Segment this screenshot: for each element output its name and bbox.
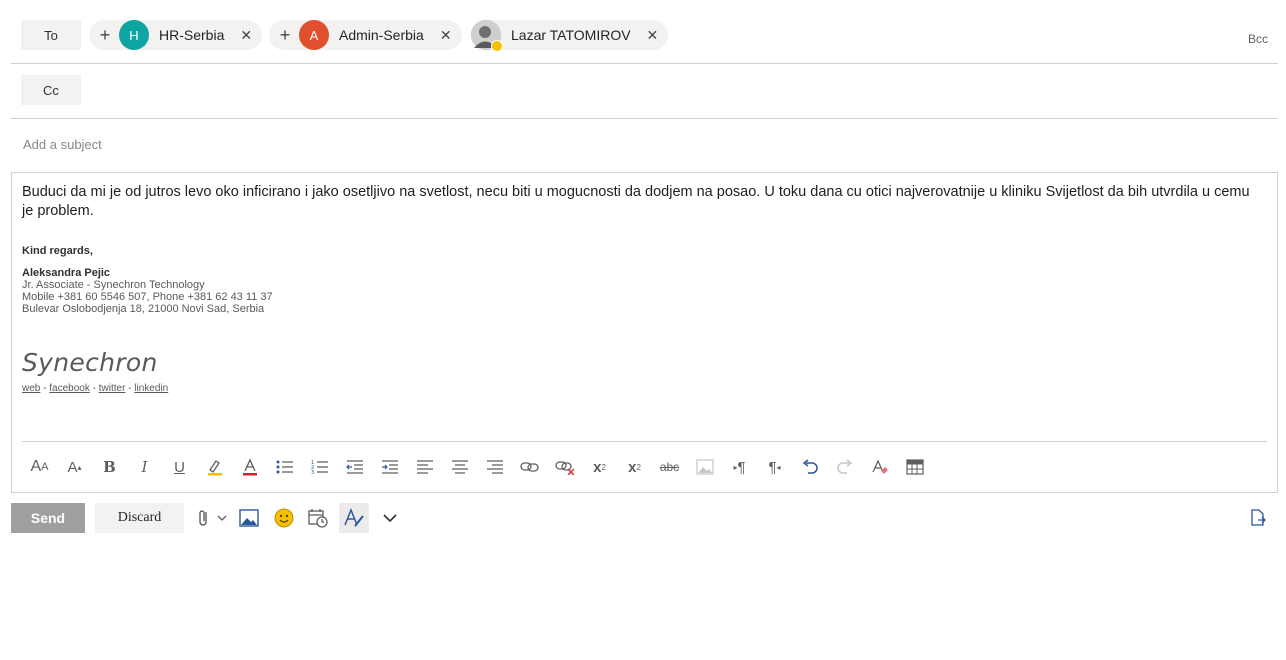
signature: Kind regards, Aleksandra Pejic Jr. Assoc… xyxy=(22,245,273,315)
link-twitter[interactable]: twitter xyxy=(99,383,126,394)
recipient-name: HR-Serbia xyxy=(159,27,225,43)
send-button[interactable]: Send xyxy=(11,503,85,533)
cc-button[interactable]: Cc xyxy=(21,75,81,105)
expand-group-icon[interactable]: + xyxy=(275,26,295,44)
discard-button[interactable]: Discard xyxy=(95,503,184,533)
attach-button[interactable] xyxy=(192,503,230,533)
bullets-icon[interactable] xyxy=(267,453,302,481)
remove-recipient-icon[interactable]: ✕ xyxy=(240,27,252,44)
insert-link-icon[interactable] xyxy=(512,453,547,481)
avatar: A xyxy=(299,20,329,50)
font-color-icon[interactable] xyxy=(232,453,267,481)
numbering-icon[interactable]: 123 xyxy=(302,453,337,481)
insert-image-icon[interactable] xyxy=(687,453,722,481)
recipient-name: Lazar TATOMIROV xyxy=(511,27,631,43)
bold-icon[interactable]: B xyxy=(92,453,127,481)
pop-out-icon xyxy=(1251,509,1266,526)
toolbar-divider xyxy=(22,441,1267,442)
schedule-button[interactable] xyxy=(303,503,333,533)
to-row: To + H HR-Serbia ✕ + A Admin-Serbia ✕ La… xyxy=(11,8,1278,64)
link-linkedin[interactable]: linkedin xyxy=(134,383,168,394)
decrease-indent-icon[interactable] xyxy=(337,453,372,481)
picture-icon xyxy=(239,509,259,527)
italic-icon[interactable]: I xyxy=(127,453,162,481)
signature-links: web - facebook - twitter - linkedin xyxy=(22,383,169,394)
message-body-text[interactable]: Buduci da mi je od jutros levo oko infic… xyxy=(22,183,1262,221)
pop-out-button[interactable] xyxy=(1243,503,1273,533)
grow-font-icon[interactable]: A ▴ xyxy=(57,453,92,481)
expand-group-icon[interactable]: + xyxy=(95,26,115,44)
emoji-icon xyxy=(274,508,294,528)
signature-phones: Mobile +381 60 5546 507, Phone +381 62 4… xyxy=(22,291,273,303)
recipient-pill-lazar-tatomirov[interactable]: Lazar TATOMIROV ✕ xyxy=(471,20,669,52)
strikethrough-icon[interactable]: abc xyxy=(652,453,687,481)
underline-icon[interactable]: U xyxy=(162,453,197,481)
subject-input[interactable] xyxy=(23,137,623,152)
clear-formatting-icon[interactable] xyxy=(862,453,897,481)
superscript-icon[interactable]: x2 xyxy=(582,453,617,481)
subscript-icon[interactable]: x2 xyxy=(617,453,652,481)
font-size-icon[interactable]: AA xyxy=(22,453,57,481)
remove-recipient-icon[interactable]: ✕ xyxy=(647,27,659,44)
avatar xyxy=(471,20,503,52)
ltr-icon[interactable]: ▸ ¶ xyxy=(722,453,757,481)
insert-picture-button[interactable] xyxy=(234,503,264,533)
format-toolbar: AA A ▴ B I U 123 x 2 x 2 abc ▸ ¶ ¶ ◂ xyxy=(22,453,932,481)
bcc-link[interactable]: Bcc xyxy=(1248,32,1268,46)
chevron-down-icon xyxy=(383,514,397,523)
align-right-icon[interactable] xyxy=(477,453,512,481)
signature-regards: Kind regards, xyxy=(22,245,93,257)
recipient-name: Admin-Serbia xyxy=(339,27,424,43)
highlight-icon[interactable] xyxy=(197,453,232,481)
message-editor[interactable]: Buduci da mi je od jutros levo oko infic… xyxy=(11,172,1278,493)
paperclip-icon xyxy=(199,510,227,526)
avatar: H xyxy=(119,20,149,50)
signature-name: Aleksandra Pejic xyxy=(22,267,111,279)
increase-indent-icon[interactable] xyxy=(372,453,407,481)
format-text-button[interactable] xyxy=(339,503,369,533)
synechron-logo: Synechron xyxy=(22,348,158,377)
remove-link-icon[interactable] xyxy=(547,453,582,481)
cc-row: Cc xyxy=(11,64,1278,119)
format-pen-icon xyxy=(344,508,364,527)
undo-icon[interactable] xyxy=(792,453,827,481)
emoji-button[interactable] xyxy=(269,503,299,533)
signature-address: Bulevar Oslobodjenja 18, 21000 Novi Sad,… xyxy=(22,303,265,315)
remove-recipient-icon[interactable]: ✕ xyxy=(440,27,452,44)
subject-row xyxy=(11,120,1278,172)
redo-icon[interactable] xyxy=(827,453,862,481)
away-status-icon xyxy=(491,40,503,52)
recipient-pill-hr-serbia[interactable]: + H HR-Serbia ✕ xyxy=(89,20,263,50)
recipient-pill-admin-serbia[interactable]: + A Admin-Serbia ✕ xyxy=(269,20,462,50)
align-left-icon[interactable] xyxy=(407,453,442,481)
to-button[interactable]: To xyxy=(21,20,81,50)
align-center-icon[interactable] xyxy=(442,453,477,481)
more-options-button[interactable] xyxy=(375,503,405,533)
link-web[interactable]: web xyxy=(22,383,40,394)
calendar-clock-icon xyxy=(308,509,328,528)
svg-text:3: 3 xyxy=(311,470,314,475)
insert-table-icon[interactable] xyxy=(897,453,932,481)
link-facebook[interactable]: facebook xyxy=(49,383,90,394)
signature-title: Jr. Associate - Synechron Technology xyxy=(22,279,205,291)
rtl-icon[interactable]: ¶ ◂ xyxy=(757,453,792,481)
